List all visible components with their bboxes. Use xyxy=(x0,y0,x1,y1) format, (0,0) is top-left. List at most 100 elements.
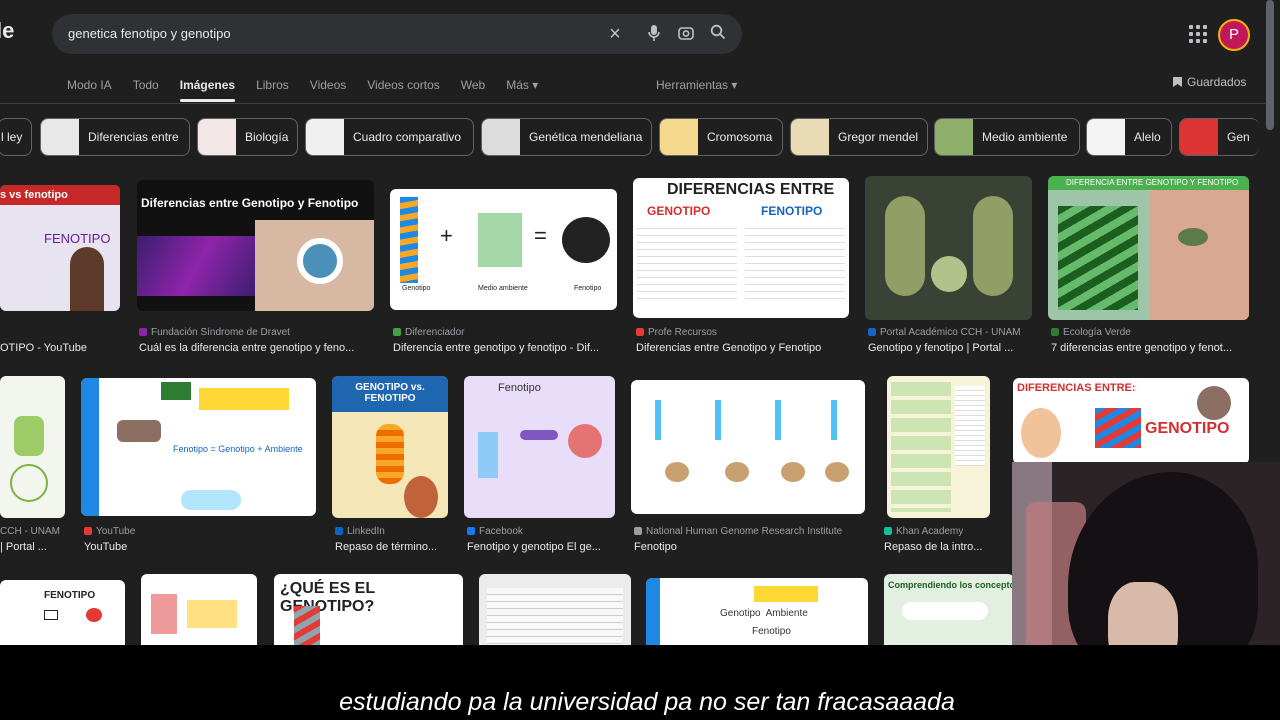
result-title[interactable]: Genotipo y fenotipo | Portal ... xyxy=(868,342,1033,354)
result-image-14[interactable]: FENOTIPO xyxy=(0,580,125,645)
tab-libros[interactable]: Libros xyxy=(256,78,289,98)
chip-cuadro-comparativo[interactable]: Cuadro comparativo xyxy=(305,118,474,156)
chip-thumbnail xyxy=(791,119,829,155)
chip-label: Gen xyxy=(1227,130,1250,144)
image-text: = xyxy=(534,223,547,248)
result-image-17[interactable] xyxy=(479,574,631,645)
result-image-8[interactable]: Fenotipo = Genotipo + Ambiente xyxy=(81,378,316,516)
result-title[interactable]: YouTube xyxy=(84,541,314,553)
chip-thumbnail xyxy=(482,119,520,155)
tools-button[interactable]: Herramientas ▾ xyxy=(656,78,737,92)
image-text: DIFERENCIAS ENTRE: xyxy=(1017,382,1136,394)
mic-icon[interactable] xyxy=(644,24,664,44)
image-text: GENOTIPO xyxy=(1145,420,1230,437)
chip-biologia[interactable]: Biología xyxy=(197,118,298,156)
result-image-10[interactable]: Fenotipo xyxy=(464,376,615,518)
result-source: Portal Académico CCH - UNAM xyxy=(868,327,1043,338)
result-title[interactable]: Diferencia entre genotipo y fenotipo - D… xyxy=(393,342,618,354)
result-source: Fundación Síndrome de Dravet xyxy=(139,327,379,338)
chip-alelo[interactable]: Alelo xyxy=(1086,118,1172,156)
tab-videos-cortos[interactable]: Videos cortos xyxy=(367,78,440,98)
tab-todo[interactable]: Todo xyxy=(133,78,159,98)
search-input[interactable]: genetica fenotipo y genotipo xyxy=(68,26,231,41)
chip-gregor-mendel[interactable]: Gregor mendel xyxy=(790,118,928,156)
chip-thumbnail xyxy=(1087,119,1125,155)
image-text: Fenotipo xyxy=(752,626,791,637)
result-image-4[interactable]: DIFERENCIAS ENTRE GENOTIPO FENOTIPO xyxy=(633,178,849,318)
video-subtitle: estudiando pa la universidad pa no ser t… xyxy=(339,688,955,716)
chip-genetica-mendeliana[interactable]: Genética mendeliana xyxy=(481,118,652,156)
result-image-15[interactable] xyxy=(141,574,257,645)
chip-label: l ley xyxy=(1,130,23,144)
result-image-11[interactable] xyxy=(631,380,865,514)
result-image-18[interactable]: Genotipo Ambiente Fenotipo xyxy=(646,578,868,645)
chip-ley[interactable]: l ley xyxy=(0,118,32,156)
result-title[interactable]: | Portal ... xyxy=(0,541,65,553)
result-image-6[interactable]: DIFERENCIA ENTRE GENOTIPO Y FENOTIPO xyxy=(1048,176,1249,320)
result-image-3[interactable]: + = Genotipo Medio ambiente Fenotipo xyxy=(390,189,617,310)
chip-label: Gregor mendel xyxy=(838,130,919,144)
image-text: Genotipo Ambiente xyxy=(720,608,808,619)
image-text: FENOTIPO xyxy=(44,590,96,601)
camera-lens-icon[interactable] xyxy=(676,24,696,44)
result-title[interactable]: Repaso de la intro... xyxy=(884,541,999,553)
image-text: s vs fenotipo xyxy=(0,189,68,201)
image-text: GENOTIPO vs. FENOTIPO xyxy=(355,382,425,404)
image-text: Diferencias entre Genotipo y Fenotipo xyxy=(141,196,359,210)
result-image-9[interactable]: GENOTIPO vs. FENOTIPO xyxy=(332,376,448,518)
image-text: DIFERENCIA ENTRE GENOTIPO Y FENOTIPO xyxy=(1066,178,1239,187)
result-title[interactable]: 7 diferencias entre genotipo y fenot... xyxy=(1051,342,1251,354)
result-source: LinkedIn xyxy=(335,526,455,537)
saved-button[interactable]: Guardados xyxy=(1172,75,1246,89)
search-bar[interactable]: genetica fenotipo y genotipo × xyxy=(52,14,742,54)
result-image-5[interactable] xyxy=(865,176,1032,320)
result-image-13[interactable]: DIFERENCIAS ENTRE: GENOTIPO xyxy=(1013,378,1249,464)
result-image-16[interactable]: ¿QUÉ ES EL GENOTIPO? xyxy=(274,574,463,645)
account-avatar[interactable]: P xyxy=(1218,19,1250,51)
result-title[interactable]: Fenotipo xyxy=(634,541,864,553)
tab-videos[interactable]: Videos xyxy=(310,78,346,98)
image-caption: Fenotipo xyxy=(574,285,602,292)
result-title[interactable]: Fenotipo y genotipo El ge... xyxy=(467,541,617,553)
result-source: National Human Genome Research Institute xyxy=(634,526,864,537)
chip-label: Biología xyxy=(245,130,289,144)
header-divider xyxy=(0,103,1265,104)
chip-label: Genética mendeliana xyxy=(529,130,643,144)
result-source: Diferenciador xyxy=(393,327,623,338)
image-text: Fenotipo = Genotipo + Ambiente xyxy=(173,444,303,454)
result-image-7[interactable] xyxy=(0,376,65,518)
chip-thumbnail xyxy=(1180,119,1218,155)
page-scrollbar[interactable] xyxy=(1266,0,1274,130)
tab-mas[interactable]: Más ▾ xyxy=(506,78,538,98)
search-icon[interactable] xyxy=(708,24,728,44)
image-text: GENOTIPO xyxy=(647,204,711,218)
tab-web[interactable]: Web xyxy=(461,78,485,98)
search-tabs: Modo IA Todo Imágenes Libros Videos Vide… xyxy=(67,78,559,102)
apps-grid-icon[interactable] xyxy=(1189,25,1207,43)
result-source: YouTube xyxy=(84,526,314,537)
result-title[interactable]: Repaso de término... xyxy=(335,541,450,553)
result-source: Ecología Verde xyxy=(1051,327,1251,338)
image-text: FENOTIPO xyxy=(761,204,823,218)
chip-label: Medio ambiente xyxy=(982,130,1068,144)
chip-medio-ambiente[interactable]: Medio ambiente xyxy=(934,118,1080,156)
chip-gen[interactable]: Gen xyxy=(1179,118,1259,156)
close-icon[interactable]: × xyxy=(605,24,625,44)
chip-thumbnail xyxy=(198,119,236,155)
result-image-12[interactable] xyxy=(887,376,990,518)
google-logo[interactable]: le xyxy=(0,18,14,44)
result-title[interactable]: Diferencias entre Genotipo y Fenotipo xyxy=(636,342,856,354)
result-title[interactable]: OTIPO - YouTube xyxy=(0,342,120,354)
screen: le genetica fenotipo y genotipo × P Modo… xyxy=(0,0,1280,720)
result-source: CCH - UNAM xyxy=(0,526,60,537)
chip-thumbnail xyxy=(935,119,973,155)
result-image-1[interactable]: s vs fenotipo FENOTIPO xyxy=(0,185,120,311)
chip-cromosoma[interactable]: Cromosoma xyxy=(659,118,783,156)
chip-thumbnail xyxy=(41,119,79,155)
result-image-2[interactable]: Diferencias entre Genotipo y Fenotipo xyxy=(137,180,374,311)
tab-modo-ia[interactable]: Modo IA xyxy=(67,78,112,98)
result-image-19[interactable]: Comprendiendo los conceptos de xyxy=(884,574,1014,645)
result-title[interactable]: Cuál es la diferencia entre genotipo y f… xyxy=(139,342,374,354)
chip-diferencias-entre[interactable]: Diferencias entre xyxy=(40,118,190,156)
tab-imagenes[interactable]: Imágenes xyxy=(179,78,236,102)
